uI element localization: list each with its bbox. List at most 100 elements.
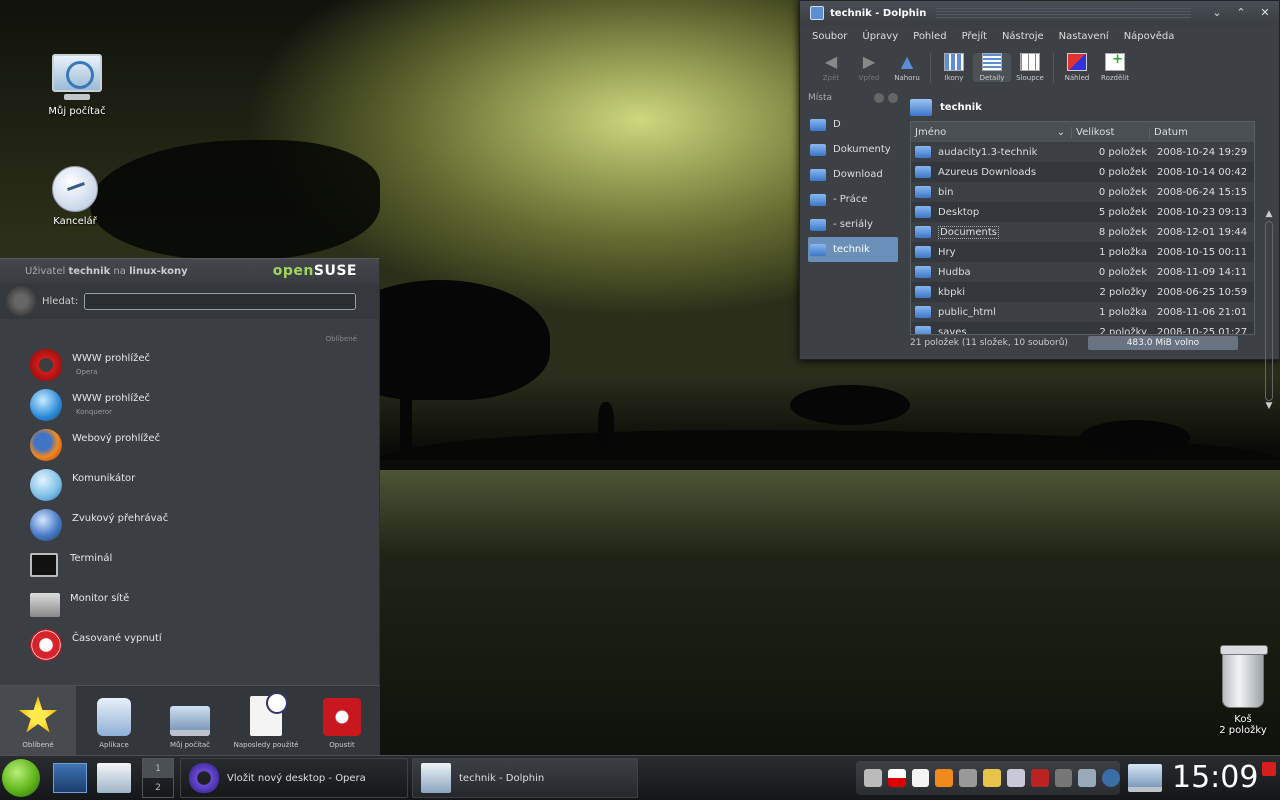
panel-close-button[interactable] <box>888 93 898 103</box>
tab-favorites[interactable]: Oblíbené <box>0 686 76 755</box>
menu-go[interactable]: Přejít <box>962 31 987 42</box>
dolphin-window: technik - Dolphin ⌄ ⌃ ✕ Soubor Úpravy Po… <box>799 0 1280 411</box>
view-columns-button[interactable]: Sloupce <box>1011 53 1049 82</box>
launcher-app-amarok[interactable]: Zvukový přehrávač <box>0 507 379 547</box>
table-row[interactable]: Desktop 5 položek 2008-10-23 09:13 <box>911 202 1254 222</box>
desktop-icon-my-computer[interactable]: Můj počítač <box>27 54 127 117</box>
column-date[interactable]: Datum <box>1149 126 1254 138</box>
menu-help[interactable]: Nápověda <box>1124 31 1175 42</box>
menu-edit[interactable]: Úpravy <box>862 31 898 42</box>
place-item-selected[interactable]: technik <box>808 237 898 262</box>
table-row[interactable]: bin 0 položek 2008-06-24 15:15 <box>911 182 1254 202</box>
launcher-app-network-monitor[interactable]: Monitor sítě <box>0 587 379 627</box>
split-button[interactable]: Rozdělit <box>1096 52 1134 82</box>
table-row[interactable]: kbpki 2 položky 2008-06-25 10:59 <box>911 282 1254 302</box>
launcher-app-firefox[interactable]: Webový prohlížeč <box>0 427 379 467</box>
task-opera[interactable]: Vložit nový desktop - Opera <box>180 758 408 798</box>
star-icon <box>18 696 58 733</box>
view-icons-button[interactable]: Ikony <box>935 53 973 82</box>
location-bar[interactable]: technik <box>910 93 1279 121</box>
free-space-indicator: 483.0 MiB volno <box>1087 336 1238 350</box>
folder-icon <box>810 218 826 231</box>
place-item[interactable]: - seriály <box>808 212 898 237</box>
menu-view[interactable]: Pohled <box>913 31 946 42</box>
file-table: Jméno ⌄ Velikost Datum audacity1.3-techni… <box>910 121 1255 335</box>
volume-icon[interactable] <box>864 769 882 787</box>
security-icon[interactable] <box>1030 769 1049 787</box>
launcher-app-opera[interactable]: WWW prohlížeč Opera <box>0 347 379 387</box>
kopete-icon <box>30 469 62 501</box>
kickoff-menu-button[interactable] <box>2 759 40 797</box>
close-button[interactable]: ✕ <box>1257 5 1273 21</box>
logout-icon[interactable] <box>1262 762 1276 776</box>
show-desktop-icon[interactable] <box>53 763 87 793</box>
laptop-icon[interactable] <box>1128 764 1162 792</box>
place-item[interactable]: - Práce <box>808 187 898 212</box>
vertical-scrollbar[interactable]: ▲ ▼ <box>1263 209 1275 423</box>
column-size[interactable]: Velikost <box>1071 126 1149 138</box>
table-row[interactable]: Hudba 0 položek 2008-11-09 14:11 <box>911 262 1254 282</box>
opera-icon <box>30 349 62 381</box>
pager-desktop-2[interactable]: 2 <box>143 778 173 797</box>
table-row[interactable]: Documents 8 položek 2008-12-01 19:44 <box>911 222 1254 242</box>
update-icon[interactable] <box>935 769 954 787</box>
tab-my-computer[interactable]: Můj počítač <box>152 686 228 755</box>
task-dolphin[interactable]: technik - Dolphin <box>412 758 638 798</box>
clock[interactable]: 15:09 <box>1172 760 1258 795</box>
folder-icon <box>810 143 826 156</box>
view-details-button[interactable]: Detaily <box>973 53 1011 82</box>
maximize-button[interactable]: ⌃ <box>1233 5 1249 21</box>
launcher-app-kopete[interactable]: Komunikátor <box>0 467 379 507</box>
search-input[interactable] <box>84 292 357 310</box>
konqueror-icon <box>30 389 62 421</box>
pager-desktop-1[interactable]: 1 <box>143 759 173 778</box>
back-button[interactable]: ◀ Zpět <box>812 53 850 83</box>
scrollbar-thumb[interactable] <box>1265 221 1273 401</box>
tab-recently-used[interactable]: Naposledy použité <box>228 686 304 755</box>
folder-icon <box>915 286 931 298</box>
scroll-down-icon: ▼ <box>1265 401 1273 411</box>
launcher-app-konqueror[interactable]: WWW prohlížeč Konqueror <box>0 387 379 427</box>
columns-view-icon <box>1020 53 1040 71</box>
forward-button[interactable]: ▶ Vpřed <box>850 53 888 83</box>
network-icon[interactable] <box>1078 769 1097 787</box>
dolphin-app-icon[interactable] <box>810 6 824 20</box>
up-button[interactable]: ▲ Nahoru <box>888 52 926 83</box>
up-arrow-icon: ▲ <box>900 52 914 71</box>
table-row[interactable]: Hry 1 položka 2008-10-15 00:11 <box>911 242 1254 262</box>
minimize-button[interactable]: ⌄ <box>1209 5 1225 21</box>
keyboard-layout-icon[interactable] <box>887 769 906 787</box>
table-row[interactable]: Azureus Downloads 0 položek 2008-10-14 00:… <box>911 162 1254 182</box>
bluetooth-icon[interactable] <box>1054 769 1073 787</box>
table-row[interactable]: saves 2 položky 2008-10-25 01:27 <box>911 322 1254 334</box>
desktop-icon-office[interactable]: Kancelář <box>25 166 125 227</box>
tab-leave[interactable]: Opustit <box>304 686 380 755</box>
menu-tools[interactable]: Nástroje <box>1002 31 1044 42</box>
window-titlebar[interactable]: technik - Dolphin ⌄ ⌃ ✕ <box>800 1 1279 25</box>
clipboard-icon[interactable] <box>911 769 930 787</box>
place-item[interactable]: Dokumenty <box>808 137 898 162</box>
place-item[interactable]: D <box>808 112 898 137</box>
menu-file[interactable]: Soubor <box>812 31 847 42</box>
launcher-app-terminal[interactable]: Terminál <box>0 547 379 587</box>
panel-float-button[interactable] <box>874 93 884 103</box>
place-item[interactable]: Download <box>808 162 898 187</box>
menu-settings[interactable]: Nastavení <box>1059 31 1109 42</box>
column-name[interactable]: Jméno ⌄ <box>911 127 1071 138</box>
preview-button[interactable]: Náhled <box>1058 53 1096 82</box>
favorites-section-label: Oblíbené <box>325 335 357 343</box>
desktop-icon-label: Můj počítač <box>48 106 106 117</box>
computer-icon <box>52 54 102 102</box>
file-manager-icon[interactable] <box>97 763 131 793</box>
desktop-trash[interactable]: Koš 2 položky <box>1205 645 1280 736</box>
laptop-icon <box>170 706 210 736</box>
table-row[interactable]: audacity1.3-technik 0 položek 2008-10-24 1… <box>911 142 1254 162</box>
table-row[interactable]: public_html 1 položka 2008-11-06 21:01 <box>911 302 1254 322</box>
usb-icon[interactable] <box>959 769 978 787</box>
launcher-app-shutdown-timer[interactable]: Časované vypnutí <box>0 627 379 667</box>
printer-icon[interactable] <box>1006 769 1025 787</box>
media-player-icon[interactable] <box>1102 769 1120 787</box>
folder-icon <box>915 266 931 278</box>
tab-applications[interactable]: Aplikace <box>76 686 152 755</box>
notes-icon[interactable] <box>983 769 1001 787</box>
